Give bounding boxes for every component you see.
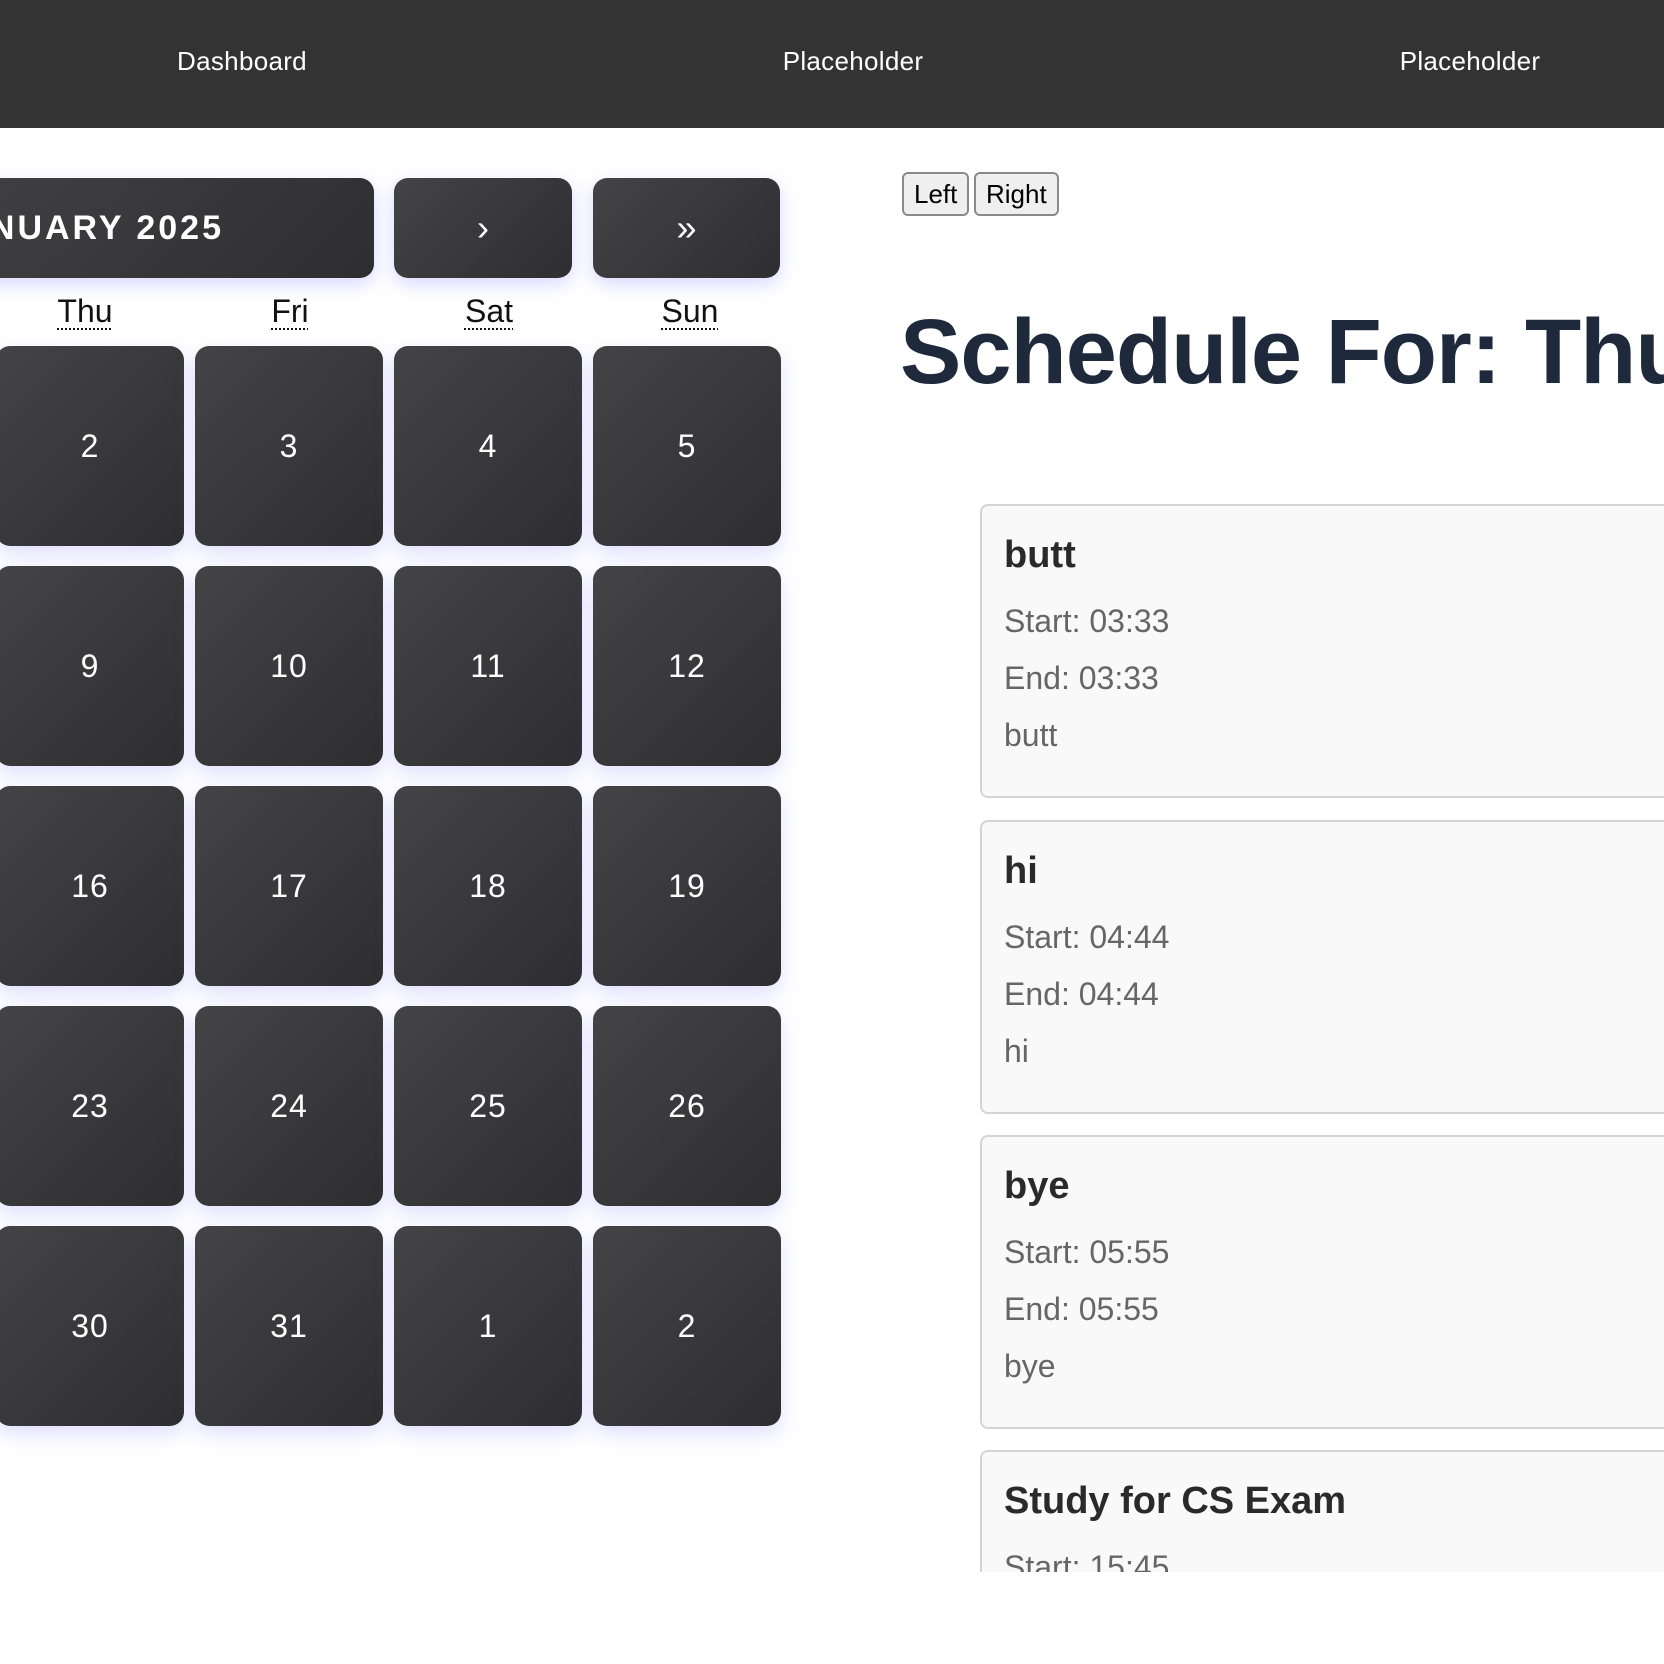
event-list: butt Start: 03:33 End: 03:33 butt hi Sta… xyxy=(980,504,1664,1572)
event-card[interactable]: Study for CS Exam Start: 15:45 xyxy=(980,1450,1664,1572)
event-start: Start: 15:45 xyxy=(1004,1549,1170,1572)
day-cell[interactable]: 4 xyxy=(394,346,582,546)
event-card[interactable]: bye Start: 05:55 End: 05:55 bye xyxy=(980,1135,1664,1429)
next-month-button[interactable]: › xyxy=(394,178,572,278)
month-label: JANUARY 2025 xyxy=(0,178,374,278)
weekday-thu: Thu xyxy=(0,293,179,330)
weekday-sat: Sat xyxy=(395,293,583,330)
event-start: Start: 04:44 xyxy=(1004,919,1170,955)
nav-link-placeholder-1[interactable]: Placeholder xyxy=(723,46,983,77)
day-cell[interactable]: 9 xyxy=(0,566,184,766)
event-description: hi xyxy=(1004,1033,1029,1069)
weekday-label: Thu xyxy=(57,293,113,329)
event-end: End: 04:44 xyxy=(1004,976,1159,1012)
weekday-label: Sat xyxy=(464,293,514,329)
day-cell[interactable]: 2 xyxy=(593,1226,781,1426)
event-title: bye xyxy=(1004,1165,1070,1207)
weekday-sun: Sun xyxy=(596,293,784,330)
event-card[interactable]: butt Start: 03:33 End: 03:33 butt xyxy=(980,504,1664,798)
event-title: hi xyxy=(1004,850,1038,892)
nav-link-dashboard[interactable]: Dashboard xyxy=(112,46,372,77)
schedule-title: Schedule For: Thu xyxy=(900,301,1664,403)
day-cell[interactable]: 25 xyxy=(394,1006,582,1206)
day-cell[interactable]: 2 xyxy=(0,346,184,546)
double-chevron-right-icon: » xyxy=(676,207,697,248)
day-cell[interactable]: 19 xyxy=(593,786,781,986)
event-title: butt xyxy=(1004,534,1076,576)
top-nav: Dashboard Placeholder Placeholder xyxy=(0,0,1664,128)
day-cell[interactable]: 16 xyxy=(0,786,184,986)
day-cell[interactable]: 10 xyxy=(195,566,383,766)
event-end: End: 05:55 xyxy=(1004,1291,1159,1327)
chevron-right-icon: › xyxy=(477,207,489,248)
day-cell[interactable]: 3 xyxy=(195,346,383,546)
calendar: JANUARY 2025 › » Thu Fri Sat Sun 2 3 4 5… xyxy=(0,128,800,1578)
day-cell[interactable]: 11 xyxy=(394,566,582,766)
next-year-button[interactable]: » xyxy=(593,178,780,278)
weekday-fri: Fri xyxy=(196,293,384,330)
day-cell[interactable]: 26 xyxy=(593,1006,781,1206)
weekday-label: Fri xyxy=(271,293,309,329)
nav-link-placeholder-2[interactable]: Placeholder xyxy=(1340,46,1600,77)
day-cell[interactable]: 1 xyxy=(394,1226,582,1426)
day-cell[interactable]: 12 xyxy=(593,566,781,766)
event-description: butt xyxy=(1004,717,1058,753)
day-cell[interactable]: 23 xyxy=(0,1006,184,1206)
event-start: Start: 05:55 xyxy=(1004,1234,1170,1270)
event-title: Study for CS Exam xyxy=(1004,1480,1347,1522)
event-card[interactable]: hi Start: 04:44 End: 04:44 hi xyxy=(980,820,1664,1114)
event-description: bye xyxy=(1004,1348,1056,1384)
event-start: Start: 03:33 xyxy=(1004,603,1170,639)
day-cell[interactable]: 17 xyxy=(195,786,383,986)
right-button[interactable]: Right xyxy=(974,172,1059,216)
day-cell[interactable]: 18 xyxy=(394,786,582,986)
day-cell[interactable]: 31 xyxy=(195,1226,383,1426)
day-cell[interactable]: 24 xyxy=(195,1006,383,1206)
day-cell[interactable]: 5 xyxy=(593,346,781,546)
weekday-label: Sun xyxy=(661,293,719,329)
event-end: End: 03:33 xyxy=(1004,660,1159,696)
left-button[interactable]: Left xyxy=(902,172,970,216)
day-cell[interactable]: 30 xyxy=(0,1226,184,1426)
